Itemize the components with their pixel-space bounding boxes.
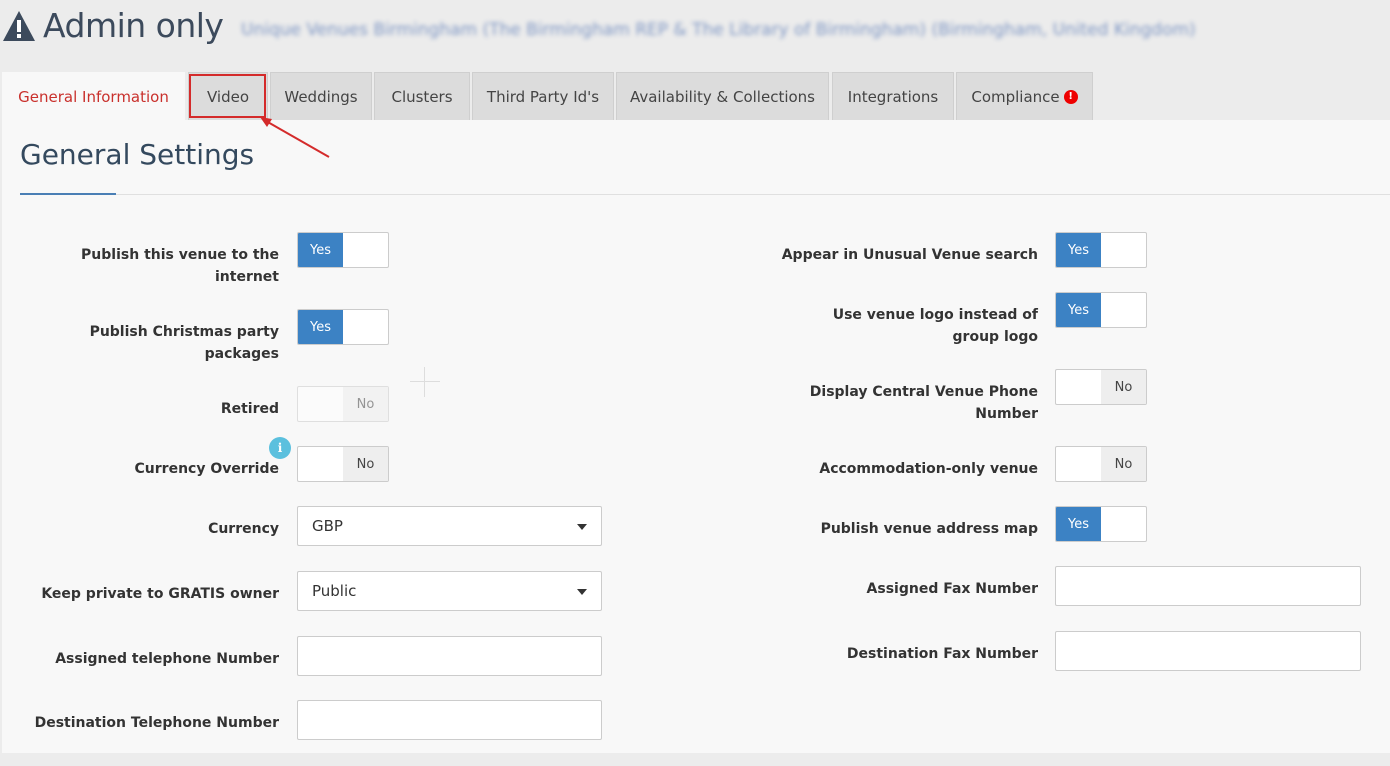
tab-compliance[interactable]: Compliance! (956, 72, 1093, 120)
publish-christmas-label: Publish Christmas party packages (89, 324, 279, 362)
toggle-no: No (343, 447, 388, 481)
assigned-fax-label: Assigned Fax Number (866, 581, 1038, 597)
section-divider-accent (20, 193, 116, 195)
destination-telephone-input[interactable] (297, 700, 602, 740)
page-title: Admin only (43, 6, 224, 45)
caret-down-icon (577, 589, 587, 595)
tab-label: Third Party Id's (486, 87, 600, 106)
currency-select[interactable]: GBP (297, 506, 602, 546)
toggle-no: No (343, 387, 388, 421)
section-title: General Settings (20, 138, 255, 171)
keep-private-select[interactable]: Public (297, 571, 602, 611)
toggle-yes: Yes (1056, 507, 1101, 541)
toggle-yes: Yes (1056, 233, 1101, 267)
tab-clusters[interactable]: Clusters (374, 72, 470, 120)
alert-icon: ! (1063, 89, 1078, 104)
tab-general-information[interactable]: General Information (2, 72, 185, 121)
toggle-no: No (1101, 370, 1146, 404)
central-phone-toggle[interactable]: No (1055, 369, 1147, 405)
address-map-label: Publish venue address map (820, 521, 1038, 537)
warning-icon (3, 11, 35, 41)
venue-name-link[interactable]: Unique Venues Birmingham (The Birmingham… (241, 20, 1196, 40)
tab-video[interactable]: Video (188, 72, 268, 120)
tab-label: General Information (18, 88, 169, 106)
toggle-yes: Yes (298, 233, 343, 267)
tab-label: Video (206, 87, 250, 106)
currency-label: Currency (208, 521, 279, 537)
tab-label: Availability & Collections (629, 87, 815, 106)
keep-private-value: Public (312, 582, 357, 600)
address-map-toggle[interactable]: Yes (1055, 506, 1147, 542)
destination-fax-label: Destination Fax Number (846, 646, 1038, 662)
accommodation-only-toggle[interactable]: No (1055, 446, 1147, 482)
retired-toggle[interactable]: No (297, 386, 389, 422)
retired-label: Retired (220, 401, 279, 417)
destination-telephone-label: Destination Telephone Number (34, 715, 279, 731)
accommodation-only-label: Accommodation-only venue (819, 461, 1038, 477)
tab-label: Compliance (971, 87, 1060, 106)
tab-label: Weddings (284, 87, 358, 106)
central-phone-label: Display Central Venue Phone Number (809, 384, 1038, 422)
plus-icon (410, 367, 440, 397)
publish-internet-label: Publish this venue to the internet (81, 247, 279, 285)
currency-override-toggle[interactable]: No (297, 446, 389, 482)
page-header: Admin only Unique Venues Birmingham (The… (0, 0, 1390, 62)
unusual-venue-label: Appear in Unusual Venue search (781, 247, 1038, 263)
toggle-no: No (1101, 447, 1146, 481)
currency-override-label: Currency Override (134, 461, 279, 477)
unusual-venue-toggle[interactable]: Yes (1055, 232, 1147, 268)
info-icon[interactable]: i (269, 437, 291, 459)
tab-availability-collections[interactable]: Availability & Collections (616, 72, 829, 120)
toggle-yes: Yes (298, 310, 343, 344)
section-divider (20, 194, 1390, 195)
tab-label: Clusters (391, 87, 453, 106)
assigned-telephone-input[interactable] (297, 636, 602, 676)
assigned-telephone-label: Assigned telephone Number (55, 651, 279, 667)
assigned-fax-input[interactable] (1055, 566, 1361, 606)
currency-value: GBP (312, 517, 343, 535)
tab-integrations[interactable]: Integrations (832, 72, 954, 120)
tab-label: Integrations (847, 87, 939, 106)
admin-page: Admin only Unique Venues Birmingham (The… (0, 0, 1390, 766)
keep-private-label: Keep private to GRATIS owner (41, 586, 279, 602)
tab-third-party-ids[interactable]: Third Party Id's (472, 72, 614, 120)
publish-internet-toggle[interactable]: Yes (297, 232, 389, 268)
destination-fax-input[interactable] (1055, 631, 1361, 671)
tab-weddings[interactable]: Weddings (270, 72, 372, 120)
publish-christmas-toggle[interactable]: Yes (297, 309, 389, 345)
venue-logo-label: Use venue logo instead of group logo (832, 307, 1038, 345)
toggle-yes: Yes (1056, 293, 1101, 327)
venue-logo-toggle[interactable]: Yes (1055, 292, 1147, 328)
caret-down-icon (577, 524, 587, 530)
